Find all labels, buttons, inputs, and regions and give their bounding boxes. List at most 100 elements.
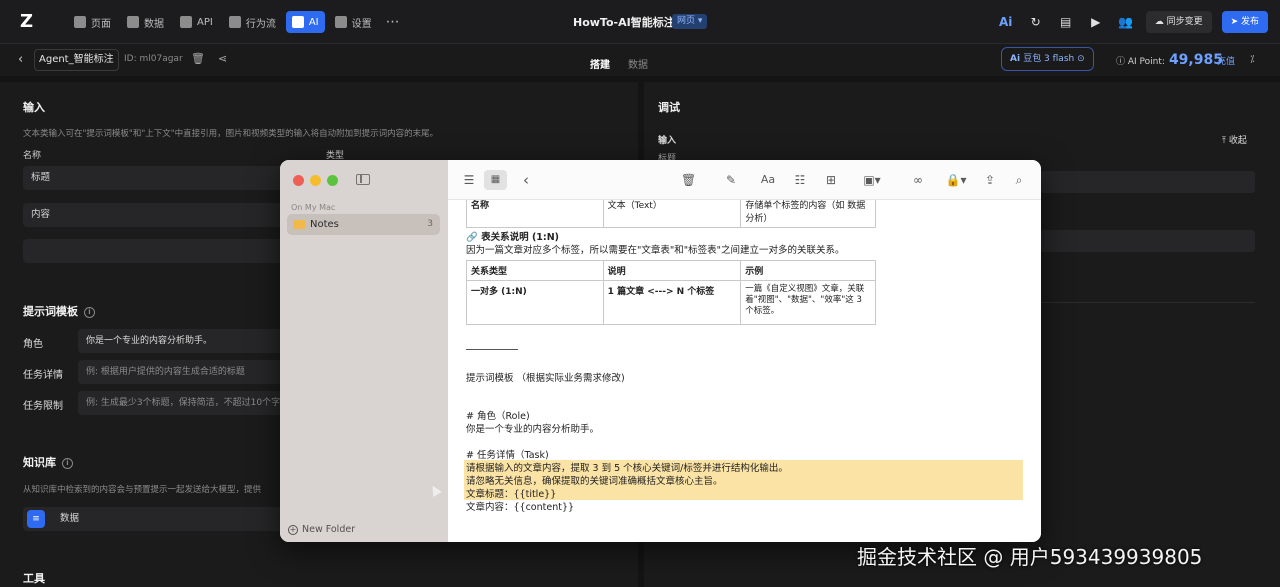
ai-point: ⓘ AI Point: 49,985 [1116, 52, 1223, 68]
prompt-row-label: 任务限制 [23, 401, 63, 412]
note-content[interactable]: 名称 文本（Text） 存储单个标签的内容（如 数据分析） 🔗 表关系说明 (1… [448, 200, 1041, 542]
table-header-cell: 关系类型 [466, 260, 604, 281]
debug-title: 调试 [658, 101, 680, 114]
nav-item-flow[interactable]: 行为流 [223, 11, 282, 33]
close-window-button[interactable] [293, 175, 304, 186]
app-logo[interactable]: Z [20, 12, 42, 32]
table-cell: 一篇《自定义视图》文章，关联着"视图"、"数据"、"效率"这 3 个标签。 [740, 280, 876, 325]
minimize-window-button[interactable] [310, 175, 321, 186]
section-label: On My Mac [291, 203, 336, 212]
media-icon[interactable]: ▣▾ [858, 172, 886, 188]
column-name: 名称 [23, 151, 42, 161]
table-cell: 名称 [466, 200, 604, 228]
users-icon[interactable]: 👥 [1116, 12, 1136, 32]
watermark: 掘金技术社区 @ 用户593439939805 [857, 545, 1203, 569]
ai-assistant-icon[interactable]: Ai [996, 12, 1016, 32]
table-row: 一对多 (1:N) 1 篇文章 <---> N 个标签 一篇《自定义视图》文章，… [466, 280, 876, 325]
table-cell: 文本（Text） [602, 200, 742, 228]
task-line: 请根据输入的文章内容，提取 3 到 5 个核心关键词/标签并进行结构化输出。 [466, 463, 788, 474]
trash-icon[interactable]: 🗑 [681, 172, 696, 188]
list-view-icon[interactable]: ☰ [462, 172, 476, 188]
prompt-section-title: 提示词模板 i [23, 303, 95, 319]
tools-section-title: 工具 [23, 572, 45, 585]
gear-icon [334, 16, 347, 28]
nav-items: 页面 数据 API 行为流 AI 设置 ⋯ [68, 11, 404, 33]
send-icon: ➤ [1230, 17, 1241, 27]
info-icon[interactable]: i [62, 457, 73, 469]
database-icon [127, 16, 139, 28]
folder-label: Notes [310, 219, 339, 230]
table-header-row: 关系类型 说明 示例 [466, 260, 876, 281]
share-icon[interactable]: ⋖ [218, 52, 227, 65]
play-icon[interactable]: ▶ [1086, 12, 1106, 32]
notes-window: On My Mac Notes 3 + New Folder ☰ ▦ ‹ 🗑 ✎ … [280, 160, 1041, 542]
recharge-link[interactable]: 充值 [1217, 54, 1235, 67]
notes-toolbar: ☰ ▦ ‹ 🗑 ✎ Aa ☷ ⊞ ▣▾ ∞ 🔒▾ ⇪ ⌕ [448, 160, 1041, 200]
plus-icon: + [288, 525, 298, 535]
tab-data[interactable]: 数据 [628, 56, 648, 71]
cloud-icon: ☁ [1154, 17, 1167, 27]
more-menu-icon[interactable]: ⋯ [382, 11, 404, 33]
collapse-button[interactable]: ⤒ 收起 [1222, 133, 1247, 146]
nav-item-ai[interactable]: AI [285, 11, 325, 33]
page-icon [74, 16, 86, 28]
settings-icon: ⊙ [1074, 54, 1085, 64]
nav-item-page[interactable]: 页面 [68, 11, 117, 33]
back-icon[interactable]: ‹ [18, 52, 23, 67]
nav-item-data[interactable]: 数据 [121, 11, 170, 33]
debug-field[interactable] [1040, 171, 1255, 193]
api-icon [180, 16, 192, 28]
document-icon[interactable]: ▤ [1056, 12, 1076, 32]
table-cell: 1 篇文章 <---> N 个标签 [602, 280, 742, 325]
info-icon: ⓘ [1116, 57, 1128, 67]
share-icon[interactable]: ⇪ [983, 172, 997, 188]
back-icon[interactable]: ‹ [520, 172, 532, 188]
new-folder-button[interactable]: + New Folder [288, 524, 355, 535]
table-header-cell: 示例 [740, 260, 876, 281]
nav-item-api[interactable]: API [174, 11, 219, 33]
tab-build[interactable]: 搭建 [590, 56, 610, 71]
folder-notes[interactable]: Notes 3 [287, 214, 440, 235]
lock-icon[interactable]: 🔒▾ [943, 172, 969, 188]
template-heading: 提示词模板 （根据实际业务需求修改) [466, 373, 625, 384]
folder-icon [293, 220, 305, 229]
folder-count: 3 [427, 219, 433, 229]
link-icon[interactable]: ∞ [910, 172, 926, 188]
fullscreen-window-button[interactable] [327, 175, 338, 186]
refresh-icon[interactable]: ↻ [1026, 12, 1046, 32]
sidebar-toggle-icon[interactable] [356, 174, 370, 185]
relation-table: 关系类型 说明 示例 一对多 (1:N) 1 篇文章 <---> N 个标签 一… [466, 260, 876, 325]
trash-icon[interactable]: 🗑 [191, 52, 205, 65]
flow-icon [228, 16, 241, 28]
relation-description: 因为一篇文章对应多个标签，所以需要在"文章表"和"标签表"之间建立一对多的关联关… [466, 245, 845, 256]
percent-icon[interactable]: ⁒ [1250, 54, 1255, 65]
info-icon[interactable]: i [84, 306, 95, 318]
debug-input-label: 输入 [658, 136, 677, 146]
prompt-row-label: 任务详情 [23, 370, 63, 381]
compose-icon[interactable]: ✎ [724, 172, 738, 188]
knowledge-base-title: 知识库 i [23, 454, 73, 470]
role-heading: # 角色（Role) [466, 411, 530, 422]
sync-button[interactable]: ☁ 同步变更 [1145, 11, 1212, 33]
horizontal-rule [466, 349, 518, 350]
publish-button[interactable]: ➤ 发布 [1221, 11, 1268, 33]
debug-field[interactable] [1040, 230, 1255, 252]
task-heading: # 任务详情（Task) [466, 450, 549, 461]
nav-item-settings[interactable]: 设置 [329, 11, 378, 33]
table-icon[interactable]: ⊞ [823, 172, 839, 188]
table-cell: 存储单个标签的内容（如 数据分析） [740, 200, 876, 228]
search-icon[interactable]: ⌕ [1012, 172, 1026, 188]
relation-heading: 🔗 表关系说明 (1:N) [466, 232, 559, 243]
table-row: 名称 文本（Text） 存储单个标签的内容（如 数据分析） [466, 200, 876, 228]
checklist-icon[interactable]: ☷ [792, 172, 808, 188]
gallery-view-icon[interactable]: ▦ [484, 170, 507, 190]
knowledge-base-label: 数据 [60, 513, 80, 524]
task-line: 文章标题：{{title}} [466, 489, 557, 500]
model-selector[interactable]: Ai 豆包 3 flash ⊙ [1001, 47, 1094, 71]
tabs: 搭建 数据 [590, 56, 648, 71]
agent-name[interactable]: Agent_智能标注 [34, 49, 119, 71]
format-icon[interactable]: Aa [759, 172, 777, 188]
fields-table-partial: 名称 文本（Text） 存储单个标签的内容（如 数据分析） [466, 200, 876, 228]
collapse-icon: ⤒ [1222, 136, 1229, 146]
page-type-dropdown[interactable]: 网页 ▾ [672, 14, 708, 29]
